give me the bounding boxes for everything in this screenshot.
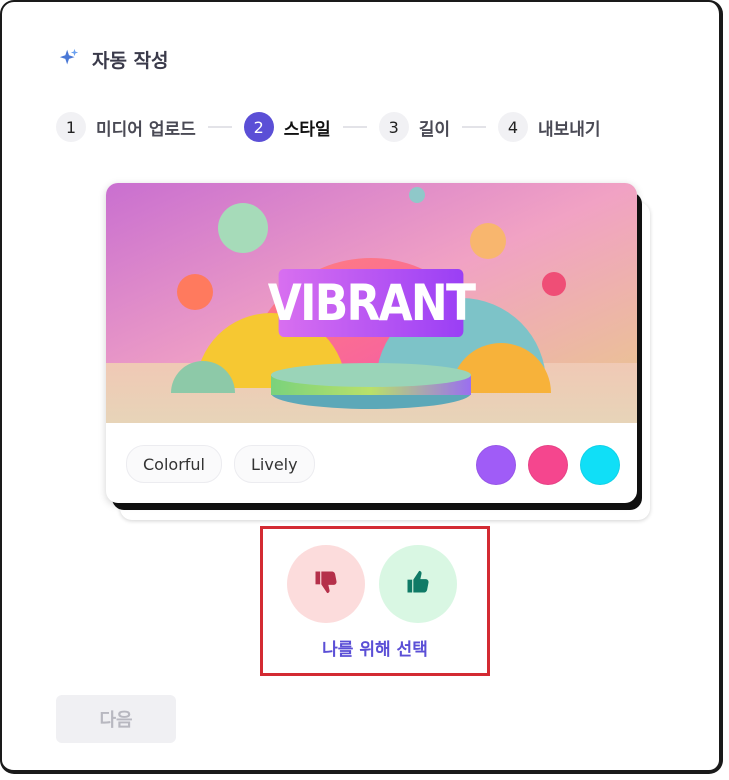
- header: 자동 작성: [58, 46, 169, 73]
- thumbs-up-icon: [404, 568, 432, 600]
- color-swatch-cyan: [580, 445, 620, 485]
- color-swatches: [476, 445, 620, 485]
- step-number: 3: [378, 112, 409, 142]
- dislike-button[interactable]: [287, 545, 365, 623]
- step-label: 스타일: [283, 119, 331, 140]
- step-length[interactable]: 3 길이: [378, 112, 450, 142]
- style-preview-image: VIBRANT: [106, 183, 637, 423]
- style-title-badge: VIBRANT: [268, 269, 476, 337]
- step-style[interactable]: 2 스타일: [243, 112, 331, 142]
- step-export[interactable]: 4 내보내기: [497, 112, 601, 142]
- tag-lively: Lively: [234, 445, 315, 483]
- style-card[interactable]: VIBRANT Colorful Lively: [106, 183, 637, 503]
- step-media-upload[interactable]: 1 미디어 업로드: [56, 112, 196, 142]
- tag-colorful: Colorful: [126, 445, 222, 483]
- step-divider: [207, 126, 232, 128]
- stepper: 1 미디어 업로드 2 스타일 3 길이 4 내보내기: [56, 112, 601, 142]
- step-label: 길이: [418, 119, 450, 140]
- step-label: 미디어 업로드: [96, 119, 196, 140]
- step-number: 1: [56, 112, 86, 142]
- feedback-section: 나를 위해 선택: [260, 526, 490, 676]
- step-divider: [461, 126, 486, 128]
- color-swatch-purple: [476, 445, 516, 485]
- sparkle-icon: [58, 47, 80, 73]
- choose-for-me-link[interactable]: 나를 위해 선택: [263, 635, 487, 660]
- step-number: 4: [497, 112, 528, 142]
- step-number: 2: [243, 112, 274, 142]
- next-button[interactable]: 다음: [56, 695, 176, 743]
- page-title: 자동 작성: [92, 50, 169, 72]
- color-swatch-pink: [528, 445, 568, 485]
- step-divider: [342, 126, 367, 128]
- step-label: 내보내기: [537, 119, 601, 140]
- thumbs-down-icon: [312, 568, 340, 600]
- dialog-frame: 자동 작성 1 미디어 업로드 2 스타일 3 길이 4 내보내기 VIBRAN…: [0, 0, 723, 774]
- like-button[interactable]: [379, 545, 457, 623]
- style-tags: Colorful Lively: [126, 445, 315, 483]
